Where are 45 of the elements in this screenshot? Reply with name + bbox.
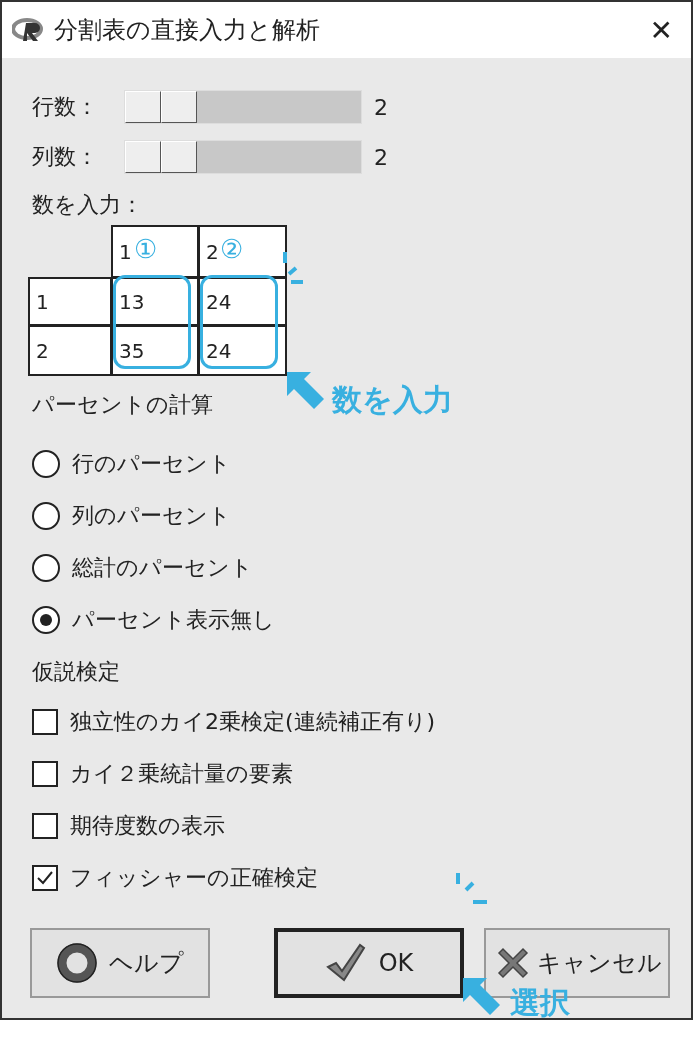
radio-label: 行のパーセント: [72, 450, 231, 478]
window-title: 分割表の直接入力と解析: [54, 15, 321, 46]
sparkle-icon: [281, 250, 305, 284]
radio-button[interactable]: [32, 450, 60, 478]
checkbox-label: カイ２乗統計量の要素: [70, 760, 293, 788]
r-logo-icon: [12, 17, 46, 43]
slider-track[interactable]: [124, 140, 362, 174]
radio-label: パーセント表示無し: [72, 606, 275, 634]
checkbox[interactable]: [32, 709, 58, 735]
checkbox[interactable]: [32, 865, 58, 891]
sparkle-icon: [455, 872, 489, 906]
slider-thumb[interactable]: [125, 141, 197, 173]
slider-label: 列数：: [32, 143, 99, 171]
lifebuoy-icon: [56, 943, 97, 983]
radio-button[interactable]: [32, 554, 60, 582]
annotation-number: ①: [134, 234, 157, 265]
slider-value: 2: [374, 144, 388, 170]
checkbox[interactable]: [32, 813, 58, 839]
slider-track[interactable]: [124, 90, 362, 124]
slider-label: 行数：: [32, 93, 99, 121]
radio-label: 総計のパーセント: [72, 554, 253, 582]
table-input-cell[interactable]: 35: [111, 325, 199, 376]
slider-thumb[interactable]: [125, 91, 197, 123]
checkbox-label: 期待度数の表示: [70, 812, 225, 840]
table-label: 数を入力：: [32, 191, 144, 219]
ok-button[interactable]: OK: [274, 928, 464, 998]
checkbox-label: 独立性のカイ2乗検定(連続補正有り): [70, 708, 436, 736]
radio-button[interactable]: [32, 606, 60, 634]
close-button[interactable]: ✕: [641, 13, 681, 47]
slider-value: 2: [374, 94, 388, 120]
arrow-icon: [287, 372, 325, 410]
arrow-icon: [463, 978, 501, 1016]
help-button[interactable]: ヘルプ: [30, 928, 210, 998]
annotation-number: ②: [220, 234, 243, 265]
checkbox-label: フィッシャーの正確検定: [70, 864, 318, 892]
radio-button[interactable]: [32, 502, 60, 530]
annotation-text: 数を入力: [332, 383, 453, 416]
radio-label: 列のパーセント: [72, 502, 231, 530]
checkbox[interactable]: [32, 761, 58, 787]
section-label: パーセントの計算: [32, 391, 213, 419]
row-header-cell: 1: [28, 277, 112, 326]
section-label: 仮説検定: [32, 658, 121, 686]
table-input-cell[interactable]: 24: [198, 325, 287, 376]
row-header-cell: 2: [28, 325, 112, 376]
checkmark-icon: [324, 943, 367, 983]
